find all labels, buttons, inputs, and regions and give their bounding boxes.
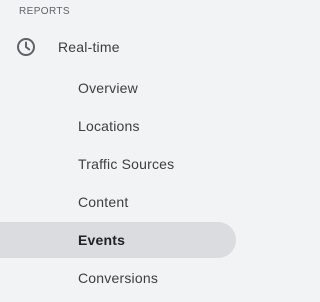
- subnav-item-label: Conversions: [78, 270, 159, 286]
- subnav-item-content[interactable]: Content: [0, 184, 236, 220]
- nav-item-real-time-label: Real-time: [58, 39, 120, 55]
- clock-icon: [15, 36, 37, 58]
- subnav-item-traffic-sources[interactable]: Traffic Sources: [0, 146, 236, 182]
- subnav-item-label: Overview: [78, 80, 138, 96]
- subnav-item-label: Locations: [78, 118, 140, 134]
- subnav-item-label: Events: [78, 232, 126, 248]
- nav-item-real-time[interactable]: Real-time: [0, 32, 236, 62]
- subnav-item-label: Content: [78, 194, 129, 210]
- subnav-item-events[interactable]: Events: [0, 222, 236, 258]
- subnav-item-locations[interactable]: Locations: [0, 108, 236, 144]
- subnav-item-label: Traffic Sources: [78, 156, 175, 172]
- section-title-reports: REPORTS: [19, 6, 70, 17]
- subnav-item-conversions[interactable]: Conversions: [0, 260, 236, 296]
- subnav-item-overview[interactable]: Overview: [0, 70, 236, 106]
